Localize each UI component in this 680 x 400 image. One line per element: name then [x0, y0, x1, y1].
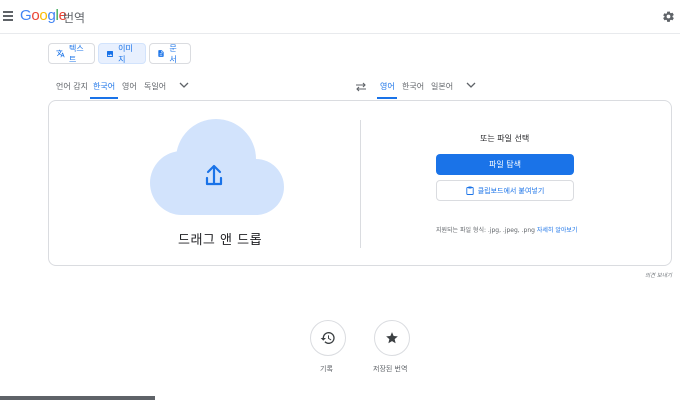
target-lang-korean[interactable]: 한국어: [402, 81, 424, 92]
image-mode-button[interactable]: 이미지: [98, 43, 146, 64]
upload-cloud-icon[interactable]: [146, 115, 286, 217]
target-lang-english[interactable]: 영어: [380, 81, 395, 92]
paste-from-clipboard-button[interactable]: 클립보드에서 붙여넣기: [436, 180, 574, 201]
source-lang-english[interactable]: 영어: [122, 81, 137, 92]
source-more-chevron-down-icon[interactable]: [179, 81, 189, 89]
history-label: 기록: [320, 365, 333, 373]
learn-more-link[interactable]: 자세히 알아보기: [537, 227, 578, 234]
gear-icon[interactable]: [662, 10, 675, 23]
google-logo[interactable]: Google: [20, 7, 67, 24]
source-lang-german[interactable]: 독일어: [144, 81, 166, 92]
clipboard-icon: [466, 186, 474, 195]
or-choose-file-text: 또는 파일 선택: [480, 134, 530, 143]
saved-translations-label: 저장된 번역: [373, 365, 408, 373]
panel-divider: [360, 120, 361, 248]
drag-and-drop-text: 드래그 앤 드롭: [178, 233, 263, 248]
target-lang-japanese[interactable]: 일본어: [431, 81, 453, 92]
translate-icon: [56, 49, 65, 58]
target-more-chevron-down-icon[interactable]: [466, 81, 476, 89]
taskbar-strip: [0, 396, 155, 400]
image-icon: [106, 49, 114, 58]
history-button[interactable]: [310, 320, 346, 356]
product-name[interactable]: 번역: [63, 9, 85, 26]
formats-label: 지원되는 파일 형식: .jpg, .jpeg, .png: [436, 227, 535, 234]
document-icon: [157, 49, 165, 58]
source-active-indicator: [90, 97, 118, 99]
app-header: Google 번역: [0, 0, 680, 34]
star-icon: [386, 332, 398, 344]
text-mode-button[interactable]: 텍스트: [48, 43, 95, 64]
source-lang-korean[interactable]: 한국어: [93, 81, 115, 92]
swap-languages-icon[interactable]: [355, 82, 367, 92]
target-active-indicator: [377, 97, 397, 99]
browse-files-button[interactable]: 파일 탐색: [436, 154, 574, 175]
text-mode-label: 텍스트: [69, 43, 84, 64]
document-mode-label: 문서: [169, 43, 177, 64]
send-feedback-link[interactable]: 의견 보내기: [645, 271, 672, 279]
image-mode-label: 이미지: [118, 43, 133, 64]
document-mode-button[interactable]: 문서: [149, 43, 191, 64]
saved-translations-button[interactable]: [374, 320, 410, 356]
menu-icon[interactable]: [3, 11, 13, 21]
paste-label: 클립보드에서 붙여넣기: [477, 186, 545, 195]
history-icon: [320, 332, 335, 344]
source-lang-detect[interactable]: 언어 감지: [56, 81, 88, 92]
supported-formats-text: 지원되는 파일 형식: .jpg, .jpeg, .png 자세히 알아보기: [436, 225, 577, 234]
